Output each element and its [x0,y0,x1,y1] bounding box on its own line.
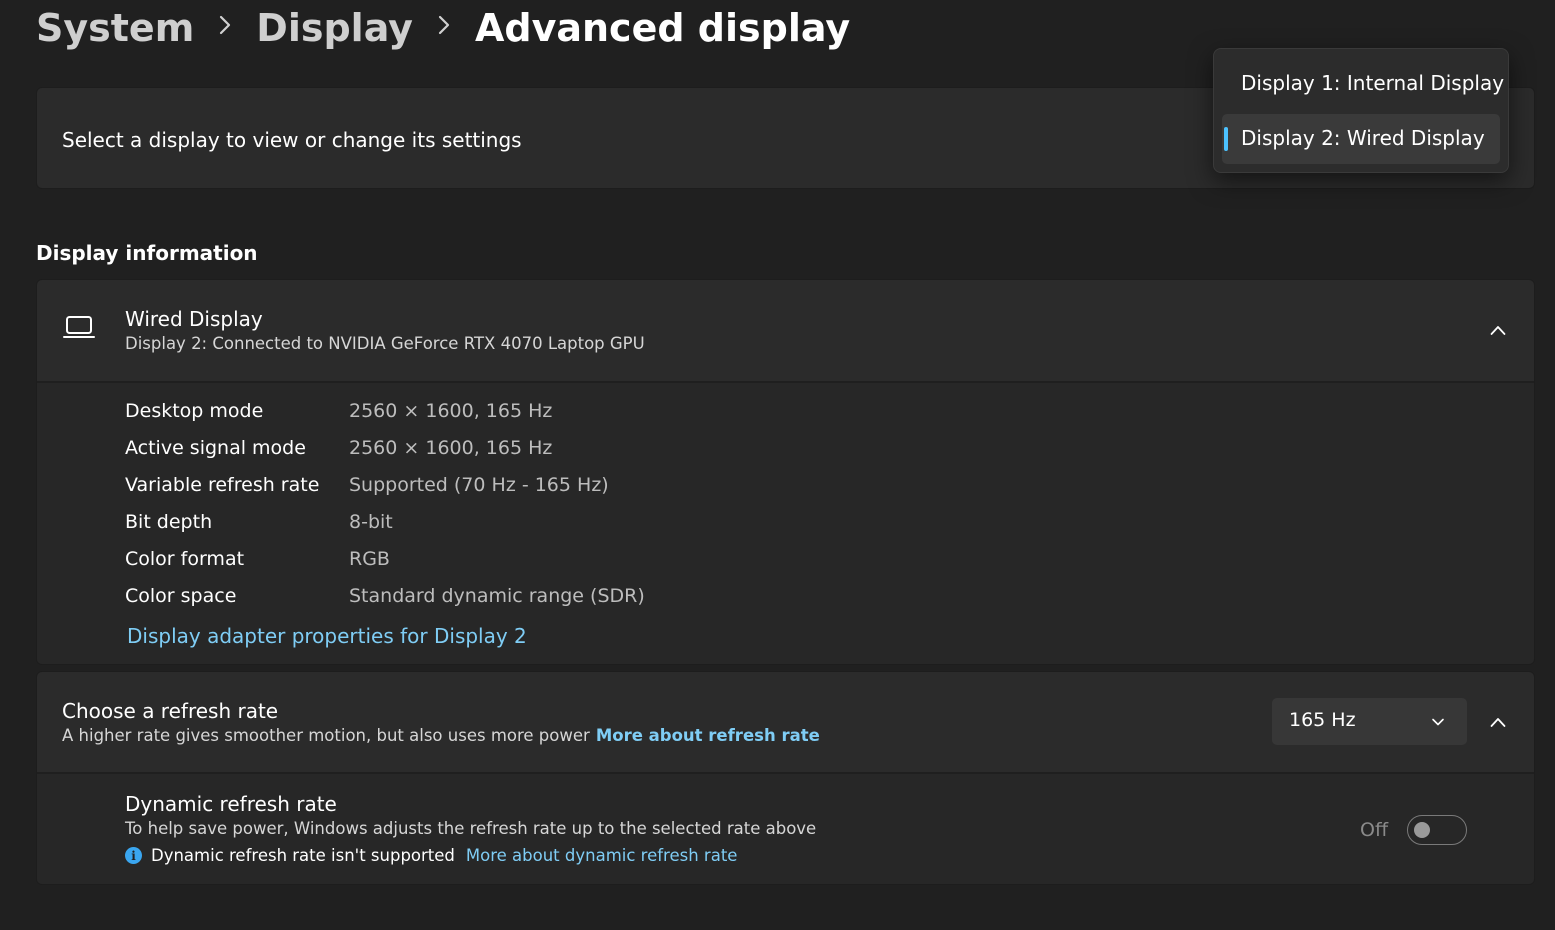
info-label-color-space: Color space [125,585,237,607]
option-label: Display 1: Internal Display [1241,71,1505,95]
display-name: Wired Display [125,307,263,331]
info-value-color-format: RGB [349,548,390,570]
chevron-up-icon[interactable] [1490,714,1506,734]
page-title: Advanced display [474,6,851,50]
info-label-bit-depth: Bit depth [125,511,213,533]
toggle-state-label: Off [1360,819,1389,841]
dynamic-refresh-toggle[interactable] [1407,815,1467,845]
display-select-dropdown: Display 1: Internal Display Display 2: W… [1213,48,1509,173]
option-label: Display 2: Wired Display [1241,126,1485,150]
display-connection-subtitle: Display 2: Connected to NVIDIA GeForce R… [125,334,645,353]
chevron-right-icon [437,13,451,43]
chevron-right-icon [218,13,232,43]
laptop-icon [62,314,96,344]
more-about-refresh-rate-link[interactable]: More about refresh rate [596,726,820,745]
chevron-down-icon [1431,714,1445,733]
display-info-details [37,383,1534,664]
toggle-knob [1414,822,1430,838]
refresh-rate-title: Choose a refresh rate [62,699,279,723]
info-value-bit-depth: 8-bit [349,511,393,533]
info-label-variable-refresh-rate: Variable refresh rate [125,474,320,496]
breadcrumb-system[interactable]: System [36,6,194,50]
info-label-color-format: Color format [125,548,245,570]
refresh-rate-description: A higher rate gives smoother motion, but… [62,726,590,745]
chevron-up-icon[interactable] [1490,322,1506,342]
info-label-active-signal-mode: Active signal mode [125,437,306,459]
info-value-desktop-mode: 2560 × 1600, 165 Hz [349,400,553,422]
section-title-display-information: Display information [36,241,258,265]
display-adapter-properties-link[interactable]: Display adapter properties for Display 2 [127,624,527,648]
selection-indicator [1224,127,1228,151]
dropdown-option-display-1[interactable]: Display 1: Internal Display [1222,59,1504,109]
breadcrumb-display[interactable]: Display [256,6,413,50]
info-value-color-space: Standard dynamic range (SDR) [349,585,645,607]
dynamic-refresh-unsupported-text: Dynamic refresh rate isn't supported [151,846,455,865]
info-value-active-signal-mode: 2560 × 1600, 165 Hz [349,437,553,459]
breadcrumb: System Display Advanced display [36,6,850,50]
info-label-desktop-mode: Desktop mode [125,400,264,422]
info-value-variable-refresh-rate: Supported (70 Hz - 165 Hz) [349,474,609,496]
dynamic-refresh-subtitle: To help save power, Windows adjusts the … [125,819,817,838]
refresh-rate-dropdown[interactable]: 165 Hz [1272,698,1467,745]
dynamic-refresh-note: i Dynamic refresh rate isn't supported M… [125,846,737,865]
dynamic-refresh-title: Dynamic refresh rate [125,792,337,816]
refresh-rate-subtitle: A higher rate gives smoother motion, but… [62,726,820,745]
refresh-rate-value: 165 Hz [1289,709,1356,731]
more-about-dynamic-refresh-link[interactable]: More about dynamic refresh rate [466,846,738,865]
display-select-label: Select a display to view or change its s… [62,128,522,152]
info-icon: i [125,847,142,864]
dropdown-option-display-2[interactable]: Display 2: Wired Display [1222,114,1500,164]
